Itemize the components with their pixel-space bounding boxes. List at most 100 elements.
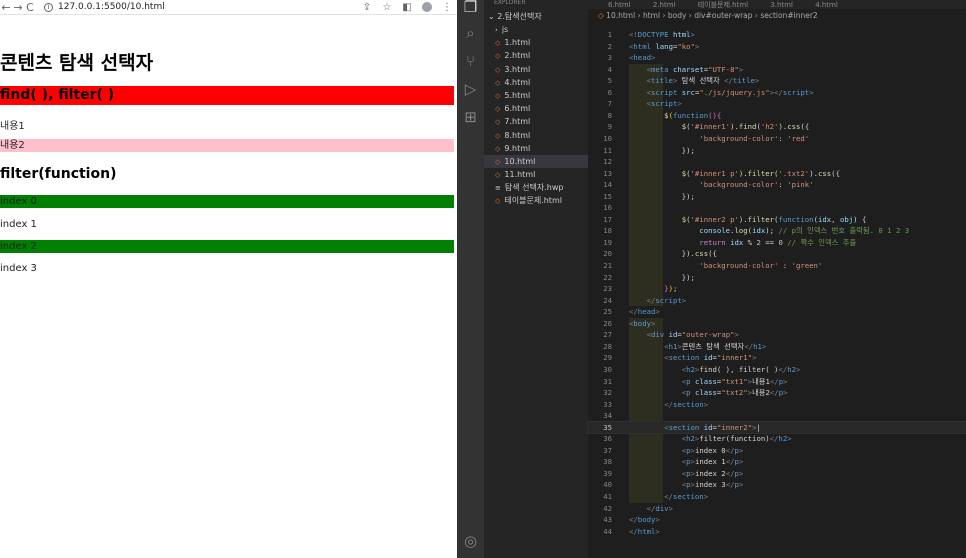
code-line[interactable]: 3 <head> [588,52,966,63]
profile-avatar[interactable] [422,2,432,12]
breadcrumb-item[interactable]: div#outer-wrap [694,11,752,20]
code-line[interactable]: 32 <p class="txt2">내용2</p> [588,387,966,398]
breadcrumb-item[interactable]: html [643,11,660,20]
code-line[interactable]: 20 }).css({ [588,248,966,259]
folder-root[interactable]: ⌄ 2.탐색선택자 [484,10,588,23]
code-line[interactable]: 35 <section id="inner2">| [587,420,966,434]
tab[interactable]: 3.html [770,1,793,9]
code-line[interactable]: 2 <html lang="ko"> [588,41,966,52]
side-panel-icon[interactable]: ◧ [397,2,417,13]
explorer-item-selected[interactable]: ◇ 10.html [484,154,588,169]
line-number: 40 [603,480,612,490]
code-line[interactable]: 37 <p>index 0</p> [588,445,966,456]
code-line[interactable]: 11 }); [588,145,966,156]
breadcrumb-item[interactable]: 10.html [606,11,635,20]
tab[interactable]: 4.html [815,1,838,9]
code-line[interactable]: 25 </head> [588,306,966,317]
code-line[interactable]: 26 <body> [588,318,966,329]
code-line[interactable]: 42 </div> [588,503,966,514]
share-icon[interactable]: ⇪ [357,2,377,13]
code-line[interactable]: 13 $('#inner1 p').filter('.txt2').css({ [588,168,966,179]
code-line[interactable]: 40 <p>index 3</p> [588,479,966,490]
explorer-files-icon[interactable]: ❐ [457,0,484,16]
explorer-item[interactable]: ◇ 8.html [484,129,588,142]
code-line[interactable]: 5 <title> 탐색 선택자 </title> [588,75,966,86]
bookmark-star-icon[interactable]: ☆ [377,2,397,13]
breadcrumb-item[interactable]: body [668,11,687,20]
explorer-item[interactable]: ◇ 3.html [484,63,588,76]
account-icon[interactable]: ◎ [457,532,484,550]
explorer-item[interactable]: ◇ 6.html [484,102,588,115]
explorer-item[interactable]: ◇ 2.html [484,49,588,62]
code-line[interactable]: 44 </html> [588,526,966,537]
explorer-item[interactable]: ≡ 탐색 선택자.hwp [484,181,588,194]
tab[interactable]: 테이블문제.html [698,1,748,9]
explorer-item[interactable]: ◇ 4.html [484,76,588,89]
line-number: 44 [603,526,612,536]
explorer-item[interactable]: ◇ 11.html [484,168,588,181]
back-icon[interactable]: ← [0,1,12,14]
code-line[interactable]: 33 </section> [588,399,966,410]
line-number: 17 [603,214,612,224]
code-line[interactable]: 8 $(function(){ [588,110,966,121]
code-line[interactable]: 23 }); [588,283,966,294]
code-line[interactable]: 19 return idx % 2 == 0 // 짝수 인덱스 추출 [588,237,966,248]
page-heading: 콘텐츠 탐색 선택자 [0,52,154,74]
explorer-item[interactable]: ◇ 7.html [484,115,588,128]
line-number: 37 [603,445,612,455]
explorer-item-label: 9.html [504,143,531,153]
tab[interactable]: 6.html [608,1,631,9]
explorer-item[interactable]: ◇ 9.html [484,142,588,155]
code-line[interactable]: 16 [588,202,966,213]
breadcrumb: ◇ 10.html › html › body › div#outer-wrap… [598,11,818,20]
extensions-icon[interactable]: ⊞ [457,108,484,126]
code-line[interactable]: 41 </section> [588,491,966,502]
browser-window: ← → C i 127.0.0.1:5500/10.html ⇪ ☆ ◧ ⋮ 콘… [0,0,457,558]
forward-icon[interactable]: → [12,1,24,14]
code-line[interactable]: 21 'background-color' : 'green' [588,260,966,271]
address-bar[interactable]: i 127.0.0.1:5500/10.html [44,2,357,12]
html-file-icon: ◇ [495,105,501,114]
code-line[interactable]: 27 <div id="outer-wrap"> [588,329,966,340]
code-line[interactable]: 38 <p>index 1</p> [588,456,966,467]
code-line[interactable]: 39 <p>index 2</p> [588,468,966,479]
search-icon[interactable]: ⌕ [457,24,484,42]
code-line[interactable]: 4 <meta charset="UTF-8"> [588,64,966,75]
index-item-2: index 2 [0,240,454,253]
code-area[interactable]: 1 <!DOCTYPE html> 2 <html lang="ko"> 3 <head>… [587,23,966,548]
code-line[interactable]: 28 <h1>콘텐츠 탐색 선택자</h1> [588,341,966,352]
explorer-item-label: 2.html [504,51,531,61]
code-line[interactable]: 12 [588,156,966,167]
code-line[interactable]: 18 console.log(idx); // p의 인덱스 번호 출력됨. 0… [588,225,966,236]
code-line[interactable]: 34 [588,410,966,421]
html-file-icon: ◇ [495,197,501,206]
explorer-item[interactable]: ◇ 1.html [484,36,588,49]
code-line[interactable]: 36 <h2>filter(function)</h2> [588,433,966,444]
explorer-item[interactable]: ◇ 테이블문제.html [484,194,588,207]
source-control-icon[interactable]: ⑂ [457,52,484,70]
code-line[interactable]: 7 <script> [588,98,966,109]
code-line[interactable]: 31 <p class="txt1">내용1</p> [588,376,966,387]
tab[interactable]: 2.html [653,1,676,9]
menu-kebab-icon[interactable]: ⋮ [437,2,457,13]
breadcrumb-item[interactable]: section#inner2 [760,11,817,20]
reload-icon[interactable]: C [24,1,36,14]
code-line[interactable]: 30 <h2>find( ), filter( )</h2> [588,364,966,375]
site-info-icon[interactable]: i [44,2,53,12]
line-number: 18 [603,226,612,236]
explorer-item-label: 3.html [504,64,531,74]
code-line[interactable]: 24 </script> [588,295,966,306]
code-line[interactable]: 9 $('#inner1').find('h2').css({ [588,121,966,132]
code-line[interactable]: 29 <section id="inner1"> [588,352,966,363]
code-line[interactable]: 14 'background-color': 'pink' [588,179,966,190]
code-line[interactable]: 17 $('#inner2 p').filter(function(idx, o… [588,214,966,225]
run-debug-icon[interactable]: ▷ [457,80,484,98]
explorer-item-js[interactable]: › js [484,23,588,36]
code-line[interactable]: 15 }); [588,191,966,202]
code-line[interactable]: 10 'background-color': 'red' [588,133,966,144]
explorer-item[interactable]: ◇ 5.html [484,89,588,102]
code-line[interactable]: 43 </body> [588,514,966,525]
code-line[interactable]: 6 <script src="./js/jquery.js"></script> [588,87,966,98]
code-line[interactable]: 22 }); [588,272,966,283]
code-line[interactable]: 1 <!DOCTYPE html> [588,29,966,40]
